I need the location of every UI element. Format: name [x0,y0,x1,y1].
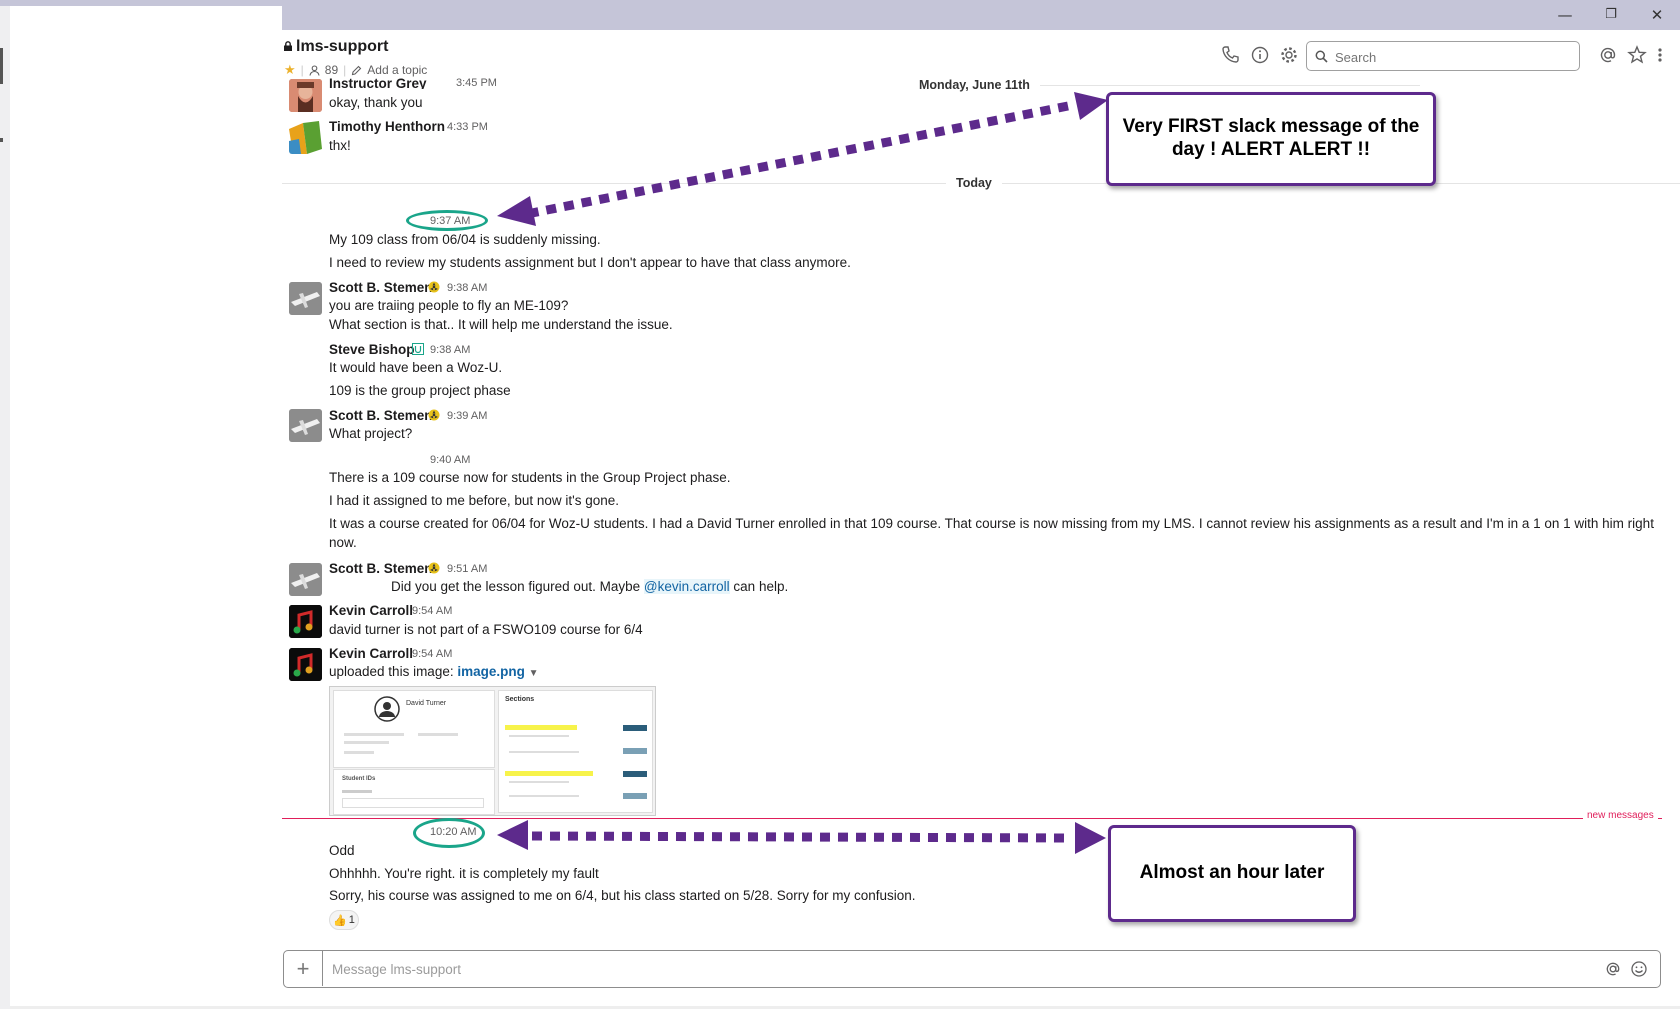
emoji-icon[interactable] [1630,960,1648,978]
message-composer: + [283,950,1661,988]
annotation-callout: Very FIRST slack message of the day ! AL… [1106,92,1436,186]
message-input[interactable] [330,957,1574,981]
mention-icon[interactable] [1604,960,1622,978]
annotation-callout: Almost an hour later [1108,825,1356,922]
add-attachment-button[interactable]: + [284,951,323,986]
